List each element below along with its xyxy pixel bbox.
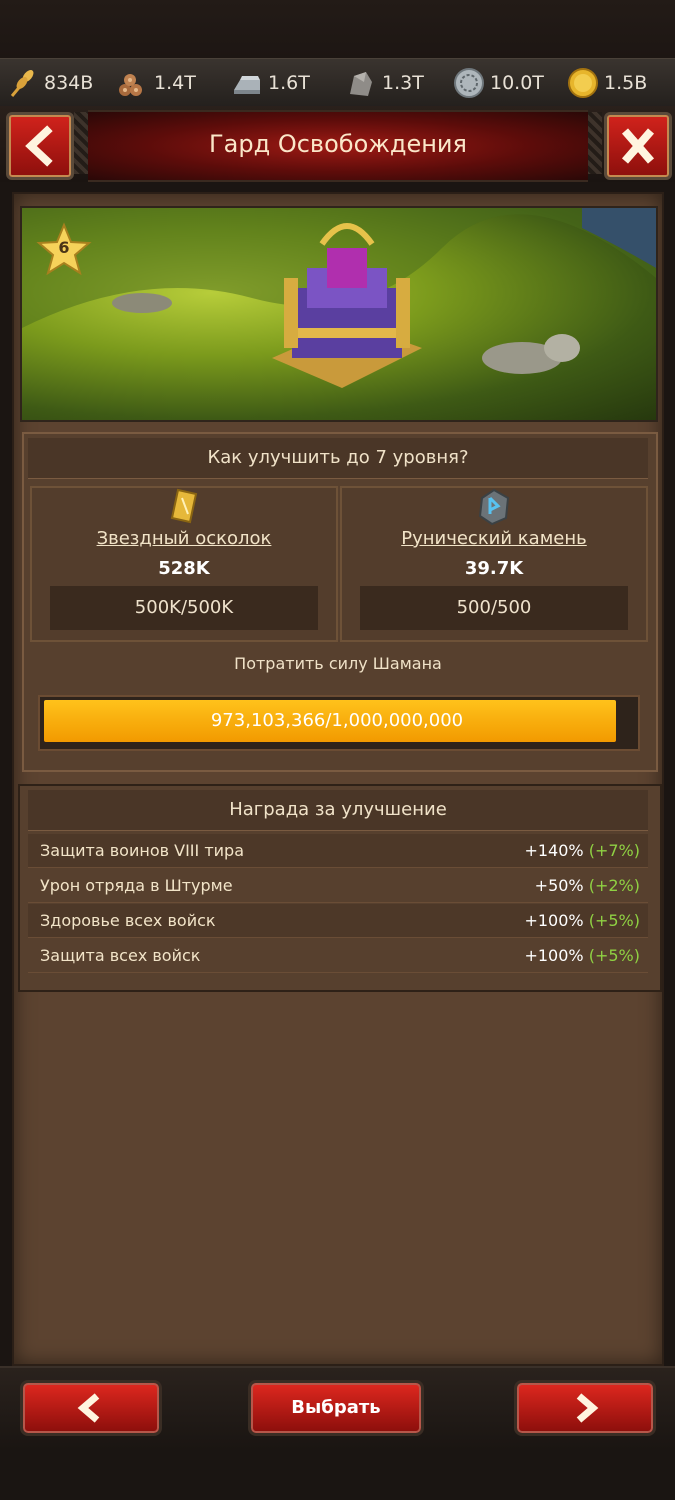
- close-button[interactable]: [604, 112, 672, 180]
- reward-value: +100% (+5%): [524, 911, 640, 930]
- silver-coin-icon: [452, 66, 486, 100]
- select-button-label: Выбрать: [291, 1397, 381, 1418]
- reward-row: Урон отряда в Штурме +50% (+2%): [28, 869, 648, 903]
- previous-button[interactable]: [20, 1380, 162, 1436]
- resource-value: 1.6T: [268, 72, 310, 94]
- stone-icon: [344, 66, 378, 100]
- gold-coin-icon: [566, 66, 600, 100]
- star-shard-icon: [170, 488, 198, 524]
- chevron-right-icon: [576, 1393, 599, 1423]
- requirement-progress: 500K/500K: [50, 586, 318, 630]
- reward-title: Награда за улучшение: [28, 790, 648, 831]
- reward-bonus: (+7%): [588, 841, 640, 860]
- resource-stone[interactable]: 1.3T: [344, 59, 424, 107]
- resource-wheat[interactable]: 834B: [6, 59, 93, 107]
- reward-row: Защита воинов VIII тира +140% (+7%): [28, 834, 648, 868]
- back-button[interactable]: [6, 112, 74, 180]
- resource-bar: 834B 1.4T 1.6T 1.3T 10.0T 1.5B: [0, 58, 675, 108]
- reward-label: Здоровье всех войск: [40, 911, 216, 930]
- reward-bonus: (+5%): [588, 911, 640, 930]
- chevron-left-icon: [25, 125, 53, 167]
- reward-value: +140% (+7%): [524, 841, 640, 860]
- resource-gold[interactable]: 1.5B: [566, 59, 647, 107]
- reward-label: Защита воинов VIII тира: [40, 841, 244, 860]
- requirement-card-star-shard: Звездный осколок 528K 500K/500K: [30, 486, 338, 642]
- owned-amount: 39.7K: [464, 558, 524, 579]
- requirement-progress: 500/500: [360, 586, 628, 630]
- next-button[interactable]: [514, 1380, 656, 1436]
- requirement-card-rune-stone: Рунический камень 39.7K 500/500: [340, 486, 648, 642]
- rune-stone-icon: [478, 488, 510, 526]
- resource-value: 10.0T: [490, 72, 544, 94]
- reward-bonus: (+5%): [588, 946, 640, 965]
- reward-label: Защита всех войск: [40, 946, 201, 965]
- status-strip: [0, 0, 675, 58]
- spend-shaman-power-label: Потратить силу Шамана: [234, 654, 442, 673]
- reward-bonus: (+2%): [588, 876, 640, 895]
- building-illustration: [20, 206, 658, 422]
- reward-label: Урон отряда в Штурме: [40, 876, 233, 895]
- page-title: Гард Освобождения: [209, 130, 467, 158]
- resource-value: 1.3T: [382, 72, 424, 94]
- wood-logs-icon: [116, 66, 150, 100]
- owned-amount: 528K: [158, 558, 210, 579]
- reward-row: Здоровье всех войск +100% (+5%): [28, 904, 648, 938]
- resource-name-link[interactable]: Звездный осколок: [32, 528, 336, 549]
- power-progress-text: 973,103,366/1,000,000,000: [210, 710, 464, 731]
- resource-iron[interactable]: 1.6T: [230, 59, 310, 107]
- chevron-left-icon: [77, 1393, 100, 1423]
- resource-silver[interactable]: 10.0T: [452, 59, 544, 107]
- bottom-strip: [0, 1448, 675, 1500]
- reward-value: +100% (+5%): [524, 946, 640, 965]
- resource-value: 1.4T: [154, 72, 196, 94]
- resource-name-link[interactable]: Рунический камень: [342, 528, 646, 549]
- resource-wood[interactable]: 1.4T: [116, 59, 196, 107]
- upgrade-title: Как улучшить до 7 уровня?: [28, 438, 648, 479]
- reward-row: Защита всех войск +100% (+5%): [28, 939, 648, 973]
- building-level: 6: [58, 238, 70, 257]
- resource-value: 834B: [44, 72, 94, 94]
- resource-value: 1.5B: [604, 72, 648, 94]
- iron-ingot-icon: [230, 66, 264, 100]
- close-icon: [621, 128, 655, 164]
- reward-value: +50% (+2%): [534, 876, 640, 895]
- wheat-icon: [6, 66, 40, 100]
